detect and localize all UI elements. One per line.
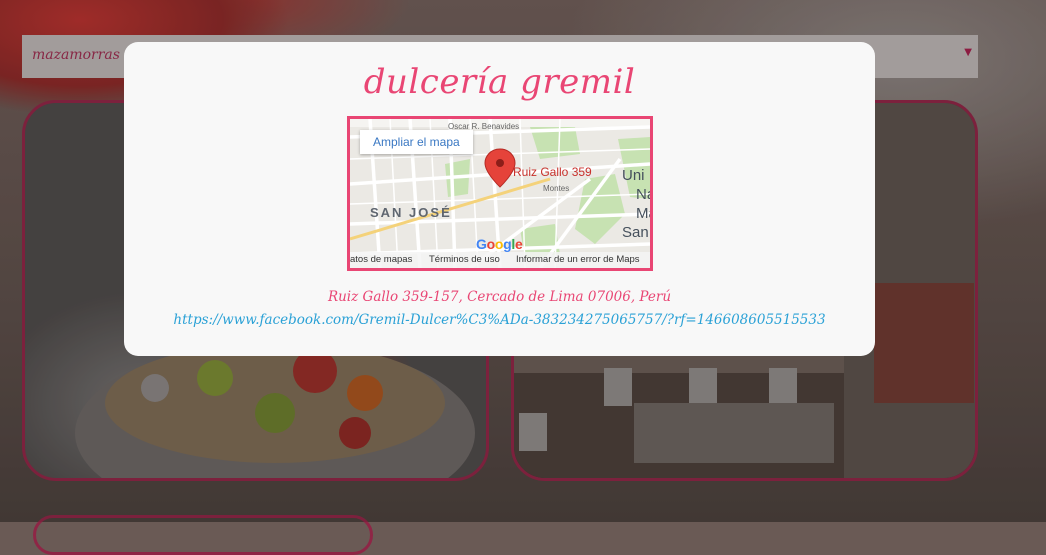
map-district-label: SAN JOSÉ: [370, 205, 452, 220]
svg-text:Montes: Montes: [543, 184, 569, 193]
svg-text:San: San: [622, 224, 649, 241]
map-footer: atos de mapas Términos de uso Informar d…: [350, 252, 650, 268]
store-info-modal: dulcería gremil SAN JOSÉ Uni N M San Mon…: [124, 42, 875, 356]
svg-text:Na: Na: [636, 186, 650, 203]
embedded-map[interactable]: SAN JOSÉ Uni Na Ma San Montes Oscar R. B…: [347, 116, 653, 271]
map-data-link[interactable]: atos de mapas: [350, 254, 412, 265]
facebook-link[interactable]: https://www.facebook.com/Gremil-Dulcer%C…: [124, 312, 875, 328]
report-error-link[interactable]: Informar de un error de Maps: [516, 254, 640, 265]
google-logo: Google: [476, 236, 523, 252]
svg-text:Ma: Ma: [636, 205, 650, 222]
modal-title: dulcería gremil: [363, 62, 636, 102]
map-pin-label: Ruiz Gallo 359: [513, 165, 592, 179]
store-address: Ruiz Gallo 359-157, Cercado de Lima 0700…: [327, 289, 672, 305]
terms-link[interactable]: Términos de uso: [429, 254, 500, 265]
map-university-label-1: Uni: [622, 167, 645, 184]
enlarge-map-button[interactable]: Ampliar el mapa: [360, 130, 473, 154]
